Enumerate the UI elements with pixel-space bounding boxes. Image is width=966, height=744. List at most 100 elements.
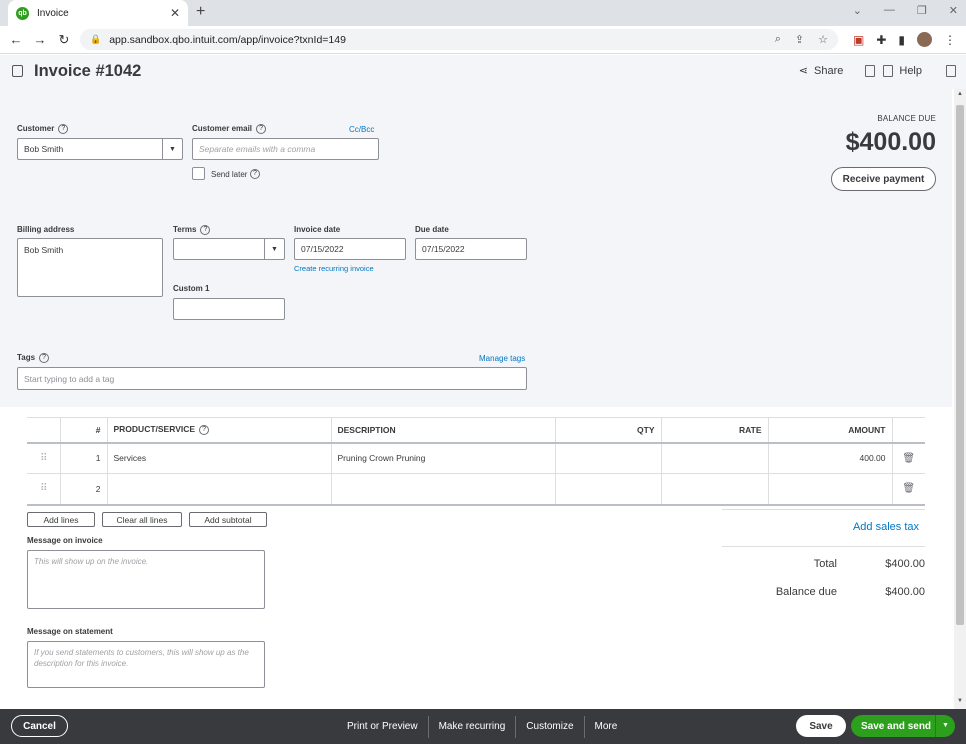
action-footer: Cancel Print or Preview Make recurring C… <box>0 709 966 744</box>
restore-icon[interactable]: ❐ <box>917 4 927 17</box>
scroll-thumb[interactable] <box>956 105 964 625</box>
customize-button[interactable]: Customize <box>516 715 585 738</box>
forward-icon[interactable]: → <box>28 32 52 47</box>
row-amount[interactable] <box>768 473 893 506</box>
extensions-puzzle-icon[interactable]: ✚ <box>876 33 886 47</box>
receive-payment-button[interactable]: Receive payment <box>831 167 936 191</box>
send-later-help-icon[interactable]: ? <box>250 169 260 179</box>
drag-handle-icon[interactable]: ⠿ <box>27 473 61 506</box>
total-value: $400.00 <box>885 558 925 570</box>
add-subtotal-button[interactable]: Add subtotal <box>189 512 267 527</box>
help-label: Help <box>899 64 922 77</box>
message-invoice-field[interactable]: This will show up on the invoice. <box>27 550 265 609</box>
row-qty[interactable] <box>555 442 662 474</box>
close-form-icon[interactable] <box>946 64 956 77</box>
customer-email-field[interactable]: Separate emails with a comma <box>192 138 379 160</box>
due-date-value: 07/15/2022 <box>422 244 465 254</box>
make-recurring-button[interactable]: Make recurring <box>429 715 517 738</box>
print-preview-button[interactable]: Print or Preview <box>337 715 429 738</box>
tab-search-icon[interactable]: ⌄ <box>853 4 862 17</box>
extension-shield-icon[interactable]: ▣ <box>853 33 864 47</box>
balance-due-amount: $400.00 <box>845 128 936 156</box>
browser-menu-icon[interactable]: ⋮ <box>944 33 956 47</box>
new-tab-icon[interactable]: + <box>196 3 205 21</box>
zoom-icon[interactable]: ⌕ <box>775 33 781 46</box>
col-qty: QTY <box>555 417 662 444</box>
due-date-field[interactable]: 07/15/2022 <box>415 238 527 260</box>
reload-icon[interactable]: ↻ <box>52 32 76 48</box>
page-scrollbar[interactable]: ▲ ▼ <box>954 89 966 709</box>
row-qty[interactable] <box>555 473 662 506</box>
save-button[interactable]: Save <box>796 715 846 737</box>
customer-select[interactable]: Bob Smith ▼ <box>17 138 183 160</box>
profile-avatar[interactable] <box>917 32 932 47</box>
cc-bcc-link[interactable]: Cc/Bcc <box>349 125 374 134</box>
billing-address-label: Billing address <box>17 225 75 234</box>
customer-email-help-icon[interactable]: ? <box>256 124 267 134</box>
share-page-icon[interactable]: ⇪ <box>795 33 804 46</box>
more-button[interactable]: More <box>585 716 628 738</box>
save-options-chevron-down-icon[interactable]: ▼ <box>935 715 955 737</box>
customer-help-icon[interactable]: ? <box>58 124 69 134</box>
cancel-button[interactable]: Cancel <box>11 715 68 737</box>
scroll-down-icon[interactable]: ▼ <box>957 698 963 704</box>
due-date-label: Due date <box>415 225 449 234</box>
customer-email-placeholder: Separate emails with a comma <box>199 144 316 154</box>
invoice-date-field[interactable]: 07/15/2022 <box>294 238 406 260</box>
add-sales-tax-link[interactable]: Add sales tax <box>853 521 919 533</box>
save-and-send-button[interactable]: Save and send ▼ <box>851 715 955 737</box>
tab-close-icon[interactable]: ✕ <box>170 6 180 20</box>
row-product[interactable]: Services <box>107 442 332 474</box>
url-text[interactable]: app.sandbox.qbo.intuit.com/app/invoice?t… <box>109 34 775 46</box>
window-close-icon[interactable]: ✕ <box>949 4 958 17</box>
url-field[interactable]: 🔒 app.sandbox.qbo.intuit.com/app/invoice… <box>80 29 838 50</box>
browser-tab[interactable]: qb Invoice ✕ <box>8 0 188 26</box>
totals-divider <box>722 509 925 510</box>
tags-label-text: Tags <box>17 353 36 363</box>
manage-tags-link[interactable]: Manage tags <box>479 354 525 363</box>
chevron-down-icon[interactable]: ▼ <box>162 139 182 159</box>
create-recurring-invoice-link[interactable]: Create recurring invoice <box>294 264 374 273</box>
product-help-icon[interactable]: ? <box>199 425 210 436</box>
bookmark-star-icon[interactable]: ☆ <box>818 33 828 46</box>
trash-icon[interactable]: 🗑 <box>892 442 925 474</box>
lock-icon[interactable]: 🔒 <box>90 34 101 45</box>
billing-address-field[interactable]: Bob Smith <box>17 238 163 297</box>
scroll-up-icon[interactable]: ▲ <box>957 91 963 97</box>
side-panel-icon[interactable]: ▮ <box>898 33 905 47</box>
page-title: Invoice #1042 <box>34 62 142 80</box>
help-button[interactable]: Help <box>883 64 922 77</box>
terms-select[interactable]: ▼ <box>173 238 285 260</box>
terms-help-icon[interactable]: ? <box>200 225 211 235</box>
row-amount[interactable]: 400.00 <box>768 442 893 474</box>
feedback-icon[interactable] <box>865 64 876 77</box>
back-icon[interactable]: ← <box>4 32 28 47</box>
tags-input[interactable]: Start typing to add a tag <box>17 367 527 390</box>
table-row[interactable]: ⠿ 1 Services Pruning Crown Pruning 400.0… <box>27 442 925 474</box>
invoice-header: Invoice #1042 ⋖ Share Help <box>0 55 966 89</box>
terms-chevron-down-icon[interactable]: ▼ <box>264 239 284 259</box>
col-description: DESCRIPTION <box>331 417 556 444</box>
row-rate[interactable] <box>661 473 769 506</box>
table-row[interactable]: ⠿ 2 🗑 <box>27 473 925 506</box>
send-later-checkbox[interactable] <box>192 167 205 180</box>
col-product-label: PRODUCT/SERVICE <box>113 424 196 435</box>
tags-help-icon[interactable]: ? <box>39 353 50 363</box>
col-delete <box>892 417 925 444</box>
message-statement-field[interactable]: If you send statements to customers, thi… <box>27 641 265 688</box>
share-button[interactable]: ⋖ Share <box>799 64 844 78</box>
row-product[interactable] <box>107 473 332 506</box>
row-description[interactable] <box>331 473 556 506</box>
add-lines-button[interactable]: Add lines <box>27 512 95 527</box>
custom1-field[interactable] <box>173 298 285 320</box>
row-rate[interactable] <box>661 442 769 474</box>
save-and-send-label: Save and send <box>861 720 932 732</box>
share-label: Share <box>814 64 844 77</box>
minimize-icon[interactable]: — <box>884 4 895 17</box>
clear-all-lines-button[interactable]: Clear all lines <box>102 512 182 527</box>
row-description[interactable]: Pruning Crown Pruning <box>331 442 556 474</box>
table-header-row: # PRODUCT/SERVICE? DESCRIPTION QTY RATE … <box>27 417 925 444</box>
drag-handle-icon[interactable]: ⠿ <box>27 442 61 474</box>
trash-icon[interactable]: 🗑 <box>892 473 925 506</box>
recent-transactions-icon[interactable] <box>12 65 23 77</box>
